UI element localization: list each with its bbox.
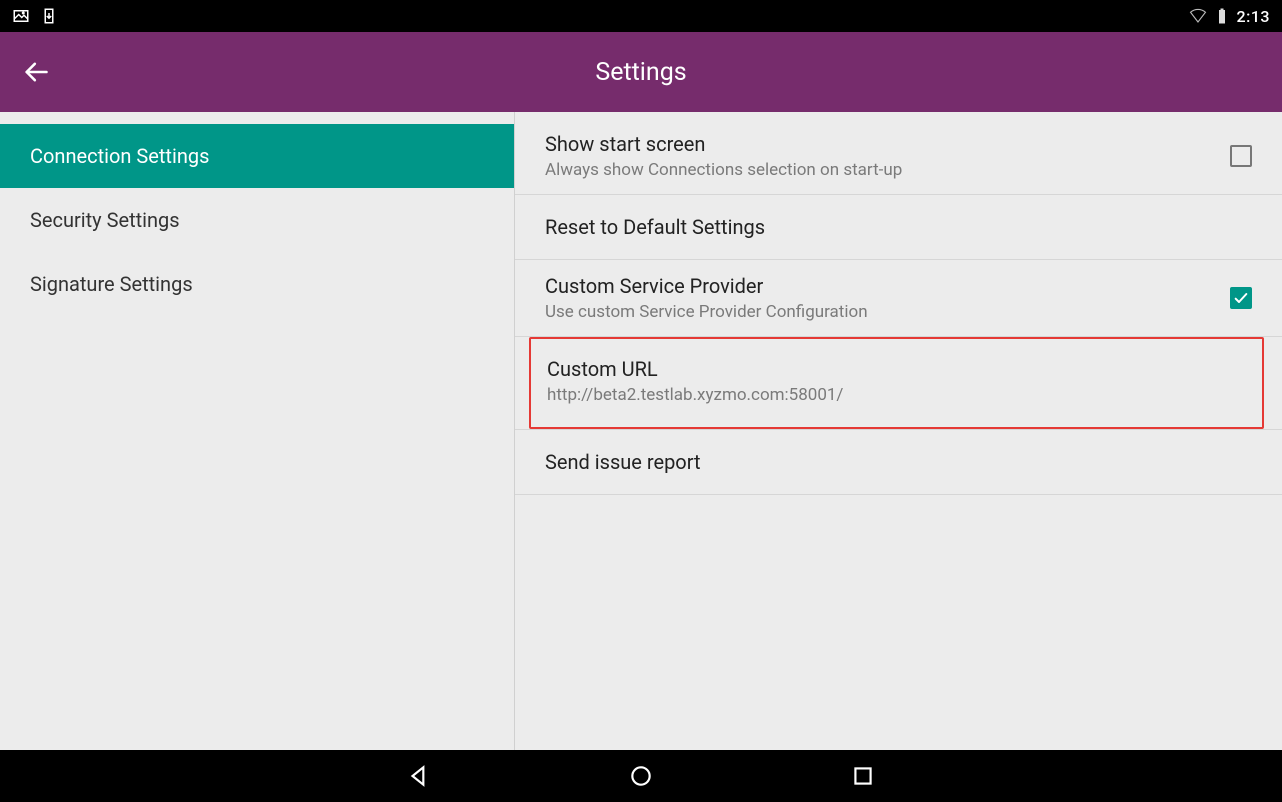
setting-reset-defaults[interactable]: Reset to Default Settings (515, 195, 1282, 260)
sidebar-item-label: Connection Settings (30, 144, 209, 168)
sidebar-item-security-settings[interactable]: Security Settings (0, 188, 514, 252)
setting-title: Reset to Default Settings (545, 209, 765, 245)
sidebar-item-connection-settings[interactable]: Connection Settings (0, 124, 514, 188)
checkbox-show-start-screen[interactable] (1230, 145, 1252, 167)
image-notification-icon (12, 7, 30, 25)
setting-send-issue-report[interactable]: Send issue report (515, 429, 1282, 495)
app-bar: Settings (0, 32, 1282, 112)
setting-subtitle: Always show Connections selection on sta… (545, 160, 902, 180)
highlight-custom-url: Custom URL http://beta2.testlab.xyzmo.co… (529, 337, 1264, 429)
settings-content: Show start screen Always show Connection… (515, 112, 1282, 750)
setting-custom-url[interactable]: Custom URL http://beta2.testlab.xyzmo.co… (531, 339, 1262, 427)
setting-title: Custom URL (547, 357, 843, 381)
nav-recents-button[interactable] (847, 760, 879, 792)
status-clock: 2:13 (1237, 7, 1271, 26)
nav-back-button[interactable] (403, 760, 435, 792)
setting-subtitle: Use custom Service Provider Configuratio… (545, 302, 868, 322)
wifi-icon (1189, 7, 1207, 25)
device-frame: 2:13 Settings Connection Settings Securi… (0, 0, 1282, 802)
sidebar-item-label: Security Settings (30, 208, 180, 232)
status-bar: 2:13 (0, 0, 1282, 32)
page-title: Settings (595, 58, 686, 87)
setting-title: Show start screen (545, 132, 902, 156)
settings-sidebar: Connection Settings Security Settings Si… (0, 112, 515, 750)
setting-show-start-screen[interactable]: Show start screen Always show Connection… (515, 118, 1282, 195)
system-nav-bar (0, 750, 1282, 802)
sidebar-item-label: Signature Settings (30, 272, 193, 296)
setting-custom-service-provider[interactable]: Custom Service Provider Use custom Servi… (515, 260, 1282, 337)
download-notification-icon (40, 7, 58, 25)
setting-title: Custom Service Provider (545, 274, 868, 298)
back-button[interactable] (8, 44, 64, 100)
main-area: Connection Settings Security Settings Si… (0, 112, 1282, 750)
battery-icon (1213, 7, 1231, 25)
checkbox-custom-provider[interactable] (1230, 287, 1252, 309)
sidebar-item-signature-settings[interactable]: Signature Settings (0, 252, 514, 316)
setting-title: Send issue report (545, 444, 701, 480)
nav-home-button[interactable] (625, 760, 657, 792)
setting-subtitle: http://beta2.testlab.xyzmo.com:58001/ (547, 385, 843, 405)
